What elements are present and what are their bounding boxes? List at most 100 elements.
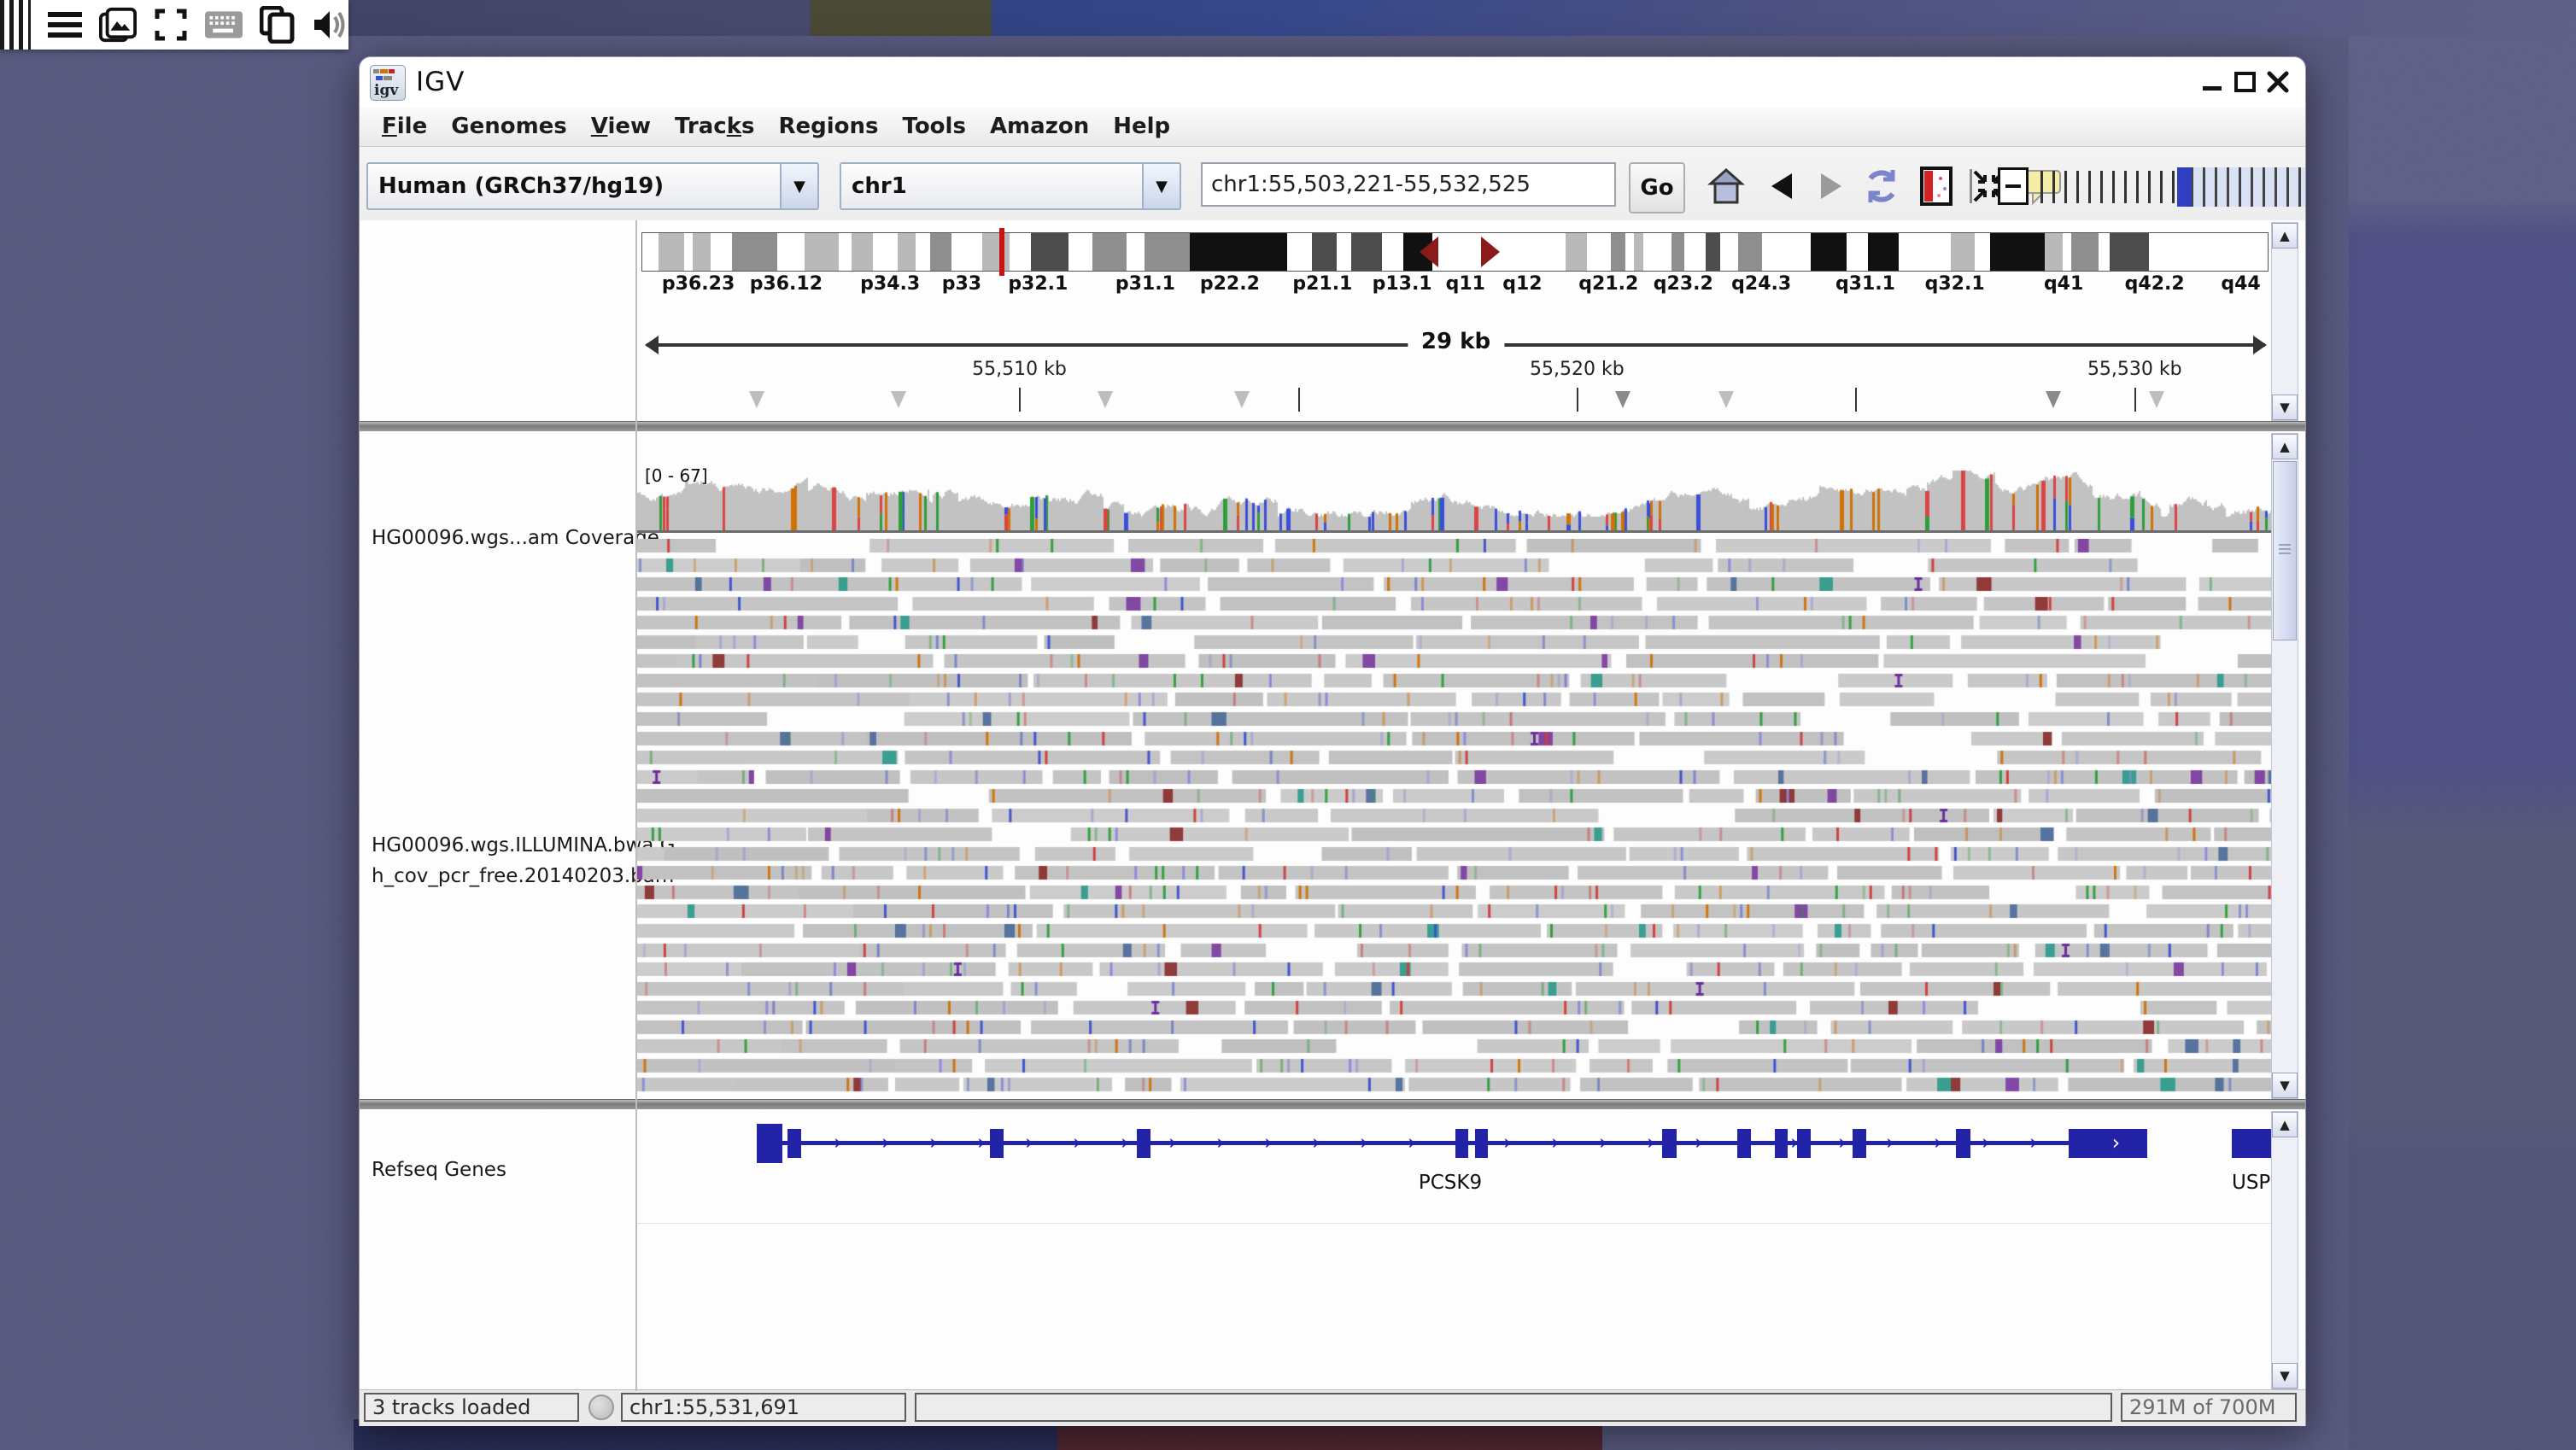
gene-exon[interactable]	[1737, 1129, 1751, 1158]
igv-app-icon: igv	[370, 65, 406, 101]
fullscreen-icon[interactable]	[154, 6, 188, 44]
ruler-tick	[1298, 388, 1300, 412]
chevron-down-icon[interactable]: ▼	[1142, 164, 1180, 208]
strand-arrow-icon: ›	[1695, 1131, 1703, 1153]
ideogram-band	[1504, 233, 1566, 271]
locus-input[interactable]	[1201, 162, 1616, 207]
gene-exon[interactable]	[1853, 1129, 1866, 1158]
status-bar: 3 tracks loaded chr1:55,531,691 291M of …	[360, 1389, 2305, 1426]
back-button[interactable]	[1760, 166, 1801, 207]
zoom-slider[interactable]	[2040, 171, 2305, 203]
scrollbar-thumb[interactable]	[2273, 461, 2297, 640]
alignment-reads[interactable]	[637, 539, 2271, 1097]
region-of-interest-button[interactable]	[1916, 166, 1957, 207]
ideogram-band	[1145, 233, 1190, 271]
ruler-marker-triangle-icon[interactable]	[2046, 391, 2061, 408]
menu-help[interactable]: Help	[1101, 114, 1182, 139]
strand-arrow-icon: ›	[1216, 1131, 1225, 1153]
gene-name-label[interactable]: USP24	[2232, 1172, 2271, 1194]
volume-icon[interactable]	[313, 6, 348, 44]
menu-icon[interactable]	[48, 6, 82, 44]
coverage-histogram[interactable]	[637, 467, 2271, 530]
ideogram-band	[1287, 233, 1312, 271]
menu-tracks[interactable]: Tracks	[663, 114, 766, 139]
gene-exon[interactable]	[1662, 1129, 1677, 1158]
ideogram-band	[1684, 233, 1706, 271]
gene-exon[interactable]	[1455, 1129, 1468, 1158]
locus-panel-scrollbar[interactable]: ▲ ▼	[2271, 222, 2298, 421]
alignment-track-label-line2[interactable]: h_cov_pcr_free.20140203.bam	[372, 865, 674, 887]
ruler-marker-triangle-icon[interactable]	[1234, 391, 1250, 408]
scroll-down-button[interactable]: ▼	[2272, 395, 2298, 420]
gene-exon[interactable]	[2232, 1129, 2271, 1158]
home-button[interactable]	[1706, 166, 1747, 207]
minimize-button[interactable]	[2201, 71, 2225, 93]
ideogram-band	[1975, 233, 1989, 271]
keyboard-icon[interactable]	[205, 6, 243, 44]
title-bar[interactable]: igv IGV	[360, 57, 2305, 107]
ruler-marker-triangle-icon[interactable]	[1718, 391, 1734, 408]
ruler-span-label: 29 kb	[1408, 329, 1504, 354]
genome-select[interactable]: Human (GRCh37/hg19) ▼	[366, 162, 819, 210]
scroll-up-button[interactable]: ▲	[2272, 223, 2298, 248]
menu-tools[interactable]: Tools	[891, 114, 978, 139]
scroll-up-button[interactable]: ▲	[2272, 434, 2298, 459]
close-button[interactable]	[2266, 71, 2290, 93]
ideogram-band	[1738, 233, 1763, 271]
ideogram-band	[1899, 233, 1951, 271]
strand-arrow-icon: ›	[1838, 1131, 1847, 1153]
gene-exon[interactable]	[757, 1124, 782, 1163]
name-data-divider[interactable]	[635, 220, 637, 1391]
cytoband-label: q42.2	[2125, 273, 2185, 295]
copy-window-icon[interactable]	[260, 6, 296, 44]
menu-genomes[interactable]: Genomes	[439, 114, 579, 139]
scroll-down-button[interactable]: ▼	[2272, 1363, 2298, 1389]
feature-panel-scrollbar[interactable]: ▲ ▼	[2271, 1111, 2298, 1389]
cytoband-label: q31.1	[1835, 273, 1895, 295]
gene-exon[interactable]: ›	[2069, 1129, 2147, 1158]
data-panel-scrollbar[interactable]: ▲ ▼	[2271, 433, 2298, 1099]
gene-exon[interactable]	[1797, 1129, 1811, 1158]
cytoband-label: q12	[1502, 273, 1542, 295]
gene-exon[interactable]	[1956, 1129, 1970, 1158]
chevron-down-icon[interactable]: ▼	[780, 164, 817, 208]
ruler-marker-triangle-icon[interactable]	[891, 391, 906, 408]
menu-regions[interactable]: Regions	[767, 114, 891, 139]
strand-arrow-icon: ›	[1934, 1131, 1942, 1153]
panel-grip-icon[interactable]	[0, 0, 31, 50]
menu-amazon[interactable]: Amazon	[978, 114, 1101, 139]
gene-name-label[interactable]: PCSK9	[1419, 1172, 1482, 1194]
refresh-button[interactable]	[1861, 166, 1902, 207]
gene-exon[interactable]	[990, 1129, 1004, 1158]
ideogram-band	[711, 233, 732, 271]
ruler-tick	[2134, 388, 2136, 412]
gene-exon[interactable]	[787, 1129, 801, 1158]
forward-button[interactable]	[1812, 166, 1853, 207]
go-button[interactable]: Go	[1629, 162, 1685, 213]
ruler-marker-triangle-icon[interactable]	[2149, 391, 2164, 408]
genes-track-label[interactable]: Refseq Genes	[372, 1159, 506, 1181]
ideogram-band	[693, 233, 711, 271]
ruler-marker-triangle-icon[interactable]	[749, 391, 764, 408]
menu-file[interactable]: File	[370, 114, 439, 139]
gene-exon[interactable]	[1475, 1129, 1488, 1158]
gene-exon[interactable]	[1137, 1129, 1150, 1158]
refseq-genes-track[interactable]: ››››››››››››››››››››››››››››PCSK9USP24	[637, 1120, 2271, 1214]
ideogram-band	[684, 233, 693, 271]
maximize-button[interactable]	[2234, 71, 2257, 93]
screenshot-icon[interactable]	[99, 6, 137, 44]
alignment-track-label-line1[interactable]: HG00096.wgs.ILLUMINA.bwa.G	[372, 834, 676, 857]
zoom-out-button[interactable]	[1998, 167, 2029, 205]
coverage-track-label[interactable]: HG00096.wgs...am Coverage	[372, 527, 659, 549]
scroll-down-button[interactable]: ▼	[2272, 1073, 2298, 1098]
memory-status[interactable]: 291M of 700M	[2121, 1393, 2297, 1422]
menu-view[interactable]: View	[579, 114, 663, 139]
gene-exon[interactable]	[1775, 1129, 1788, 1158]
zoom-slider-thumb[interactable]	[2177, 167, 2192, 207]
chromosome-ideogram[interactable]	[641, 232, 2269, 272]
chromosome-select[interactable]: chr1 ▼	[840, 162, 1181, 210]
ruler-marker-triangle-icon[interactable]	[1615, 391, 1630, 408]
ideogram-band	[642, 233, 659, 271]
ruler-marker-triangle-icon[interactable]	[1098, 391, 1113, 408]
scroll-up-button[interactable]: ▲	[2272, 1112, 2298, 1137]
